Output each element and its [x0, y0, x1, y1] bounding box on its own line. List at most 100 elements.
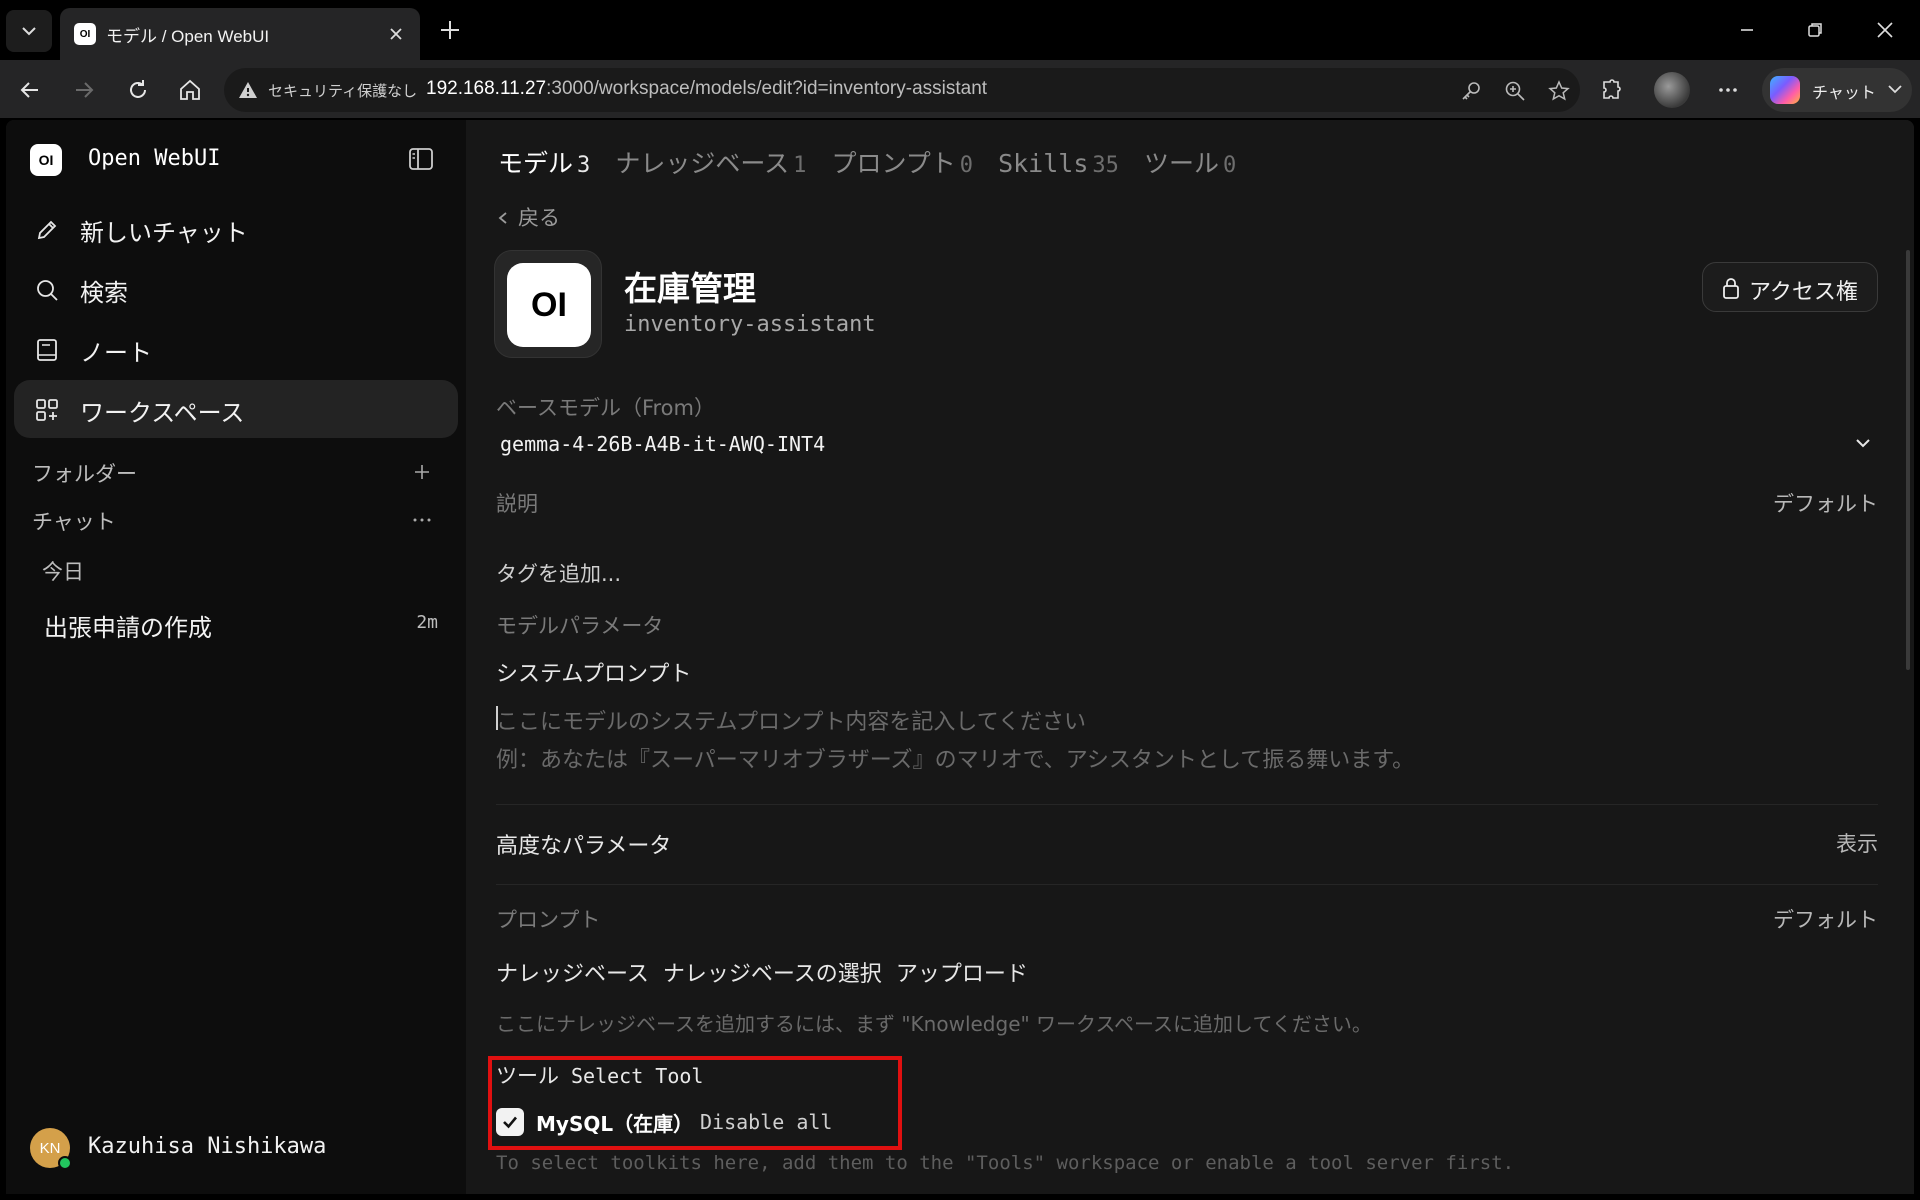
sidebar: OI Open WebUI 新しいチャット 検索 ノート ワークスペース フォル…: [6, 120, 466, 1194]
more-horizontal-icon: [413, 518, 431, 522]
back-link[interactable]: 戻る: [496, 202, 560, 232]
minimize-icon: [1741, 29, 1753, 31]
chevron-down-icon[interactable]: [1854, 434, 1872, 452]
chat-time: 2m: [416, 612, 438, 633]
star-icon: [1548, 80, 1570, 101]
tab-skills[interactable]: Skills 35: [998, 149, 1119, 178]
extensions-button[interactable]: [1594, 72, 1630, 108]
add-tag-input[interactable]: タグを追加...: [496, 558, 621, 588]
brand-name[interactable]: Open WebUI: [88, 146, 220, 171]
divider: [496, 884, 1878, 885]
favicon-icon: OI: [74, 23, 96, 45]
today-label: 今日: [42, 560, 84, 584]
sidebar-item-label: 検索: [80, 279, 128, 307]
restore-icon: [1808, 23, 1822, 37]
address-bar[interactable]: セキュリティ保護なし 192.168.11.27:3000/workspace/…: [224, 68, 1580, 112]
system-prompt-example[interactable]: 例：あなたは『スーパーマリオブラザーズ』のマリオで、アシスタントとして振る舞いま…: [496, 742, 1414, 774]
chats-more-button[interactable]: [410, 508, 434, 532]
tab-list-button[interactable]: [6, 10, 52, 52]
base-model-select[interactable]: gemma-4-26B-A4B-it-AWQ-INT4: [500, 432, 825, 456]
back-button[interactable]: [12, 72, 48, 108]
divider: [496, 804, 1878, 805]
advanced-params-toggle[interactable]: 表示: [1836, 828, 1878, 858]
notebook-icon: [34, 337, 60, 363]
forward-button[interactable]: [66, 72, 102, 108]
open-webui-logo[interactable]: OI: [30, 144, 62, 176]
system-prompt-label: システムプロンプト: [496, 662, 692, 687]
restore-button[interactable]: [1792, 10, 1838, 50]
more-horizontal-icon: [1719, 88, 1737, 92]
knowledge-hint: ここにナレッジベースを追加するには、まず "Knowledge" ワークスペース…: [496, 1012, 1372, 1036]
home-button[interactable]: [172, 72, 208, 108]
tab-models[interactable]: モデル 3: [498, 144, 590, 180]
plus-icon: [441, 21, 459, 39]
chats-section-label[interactable]: チャット: [32, 506, 116, 536]
model-avatar-picker[interactable]: OI: [494, 250, 602, 358]
highlight-annotation-box: [488, 1056, 902, 1150]
arrow-right-icon: [76, 82, 94, 98]
online-status-dot: [58, 1156, 72, 1170]
model-name-input[interactable]: 在庫管理: [624, 262, 756, 310]
minimize-button[interactable]: [1724, 10, 1770, 50]
add-folder-button[interactable]: [410, 460, 434, 484]
more-menu-button[interactable]: [1710, 72, 1746, 108]
warning-icon: [239, 82, 257, 98]
plus-icon: [415, 465, 429, 479]
tab-knowledge[interactable]: ナレッジベース 1: [615, 144, 806, 180]
sidebar-item-notes[interactable]: ノート: [14, 320, 458, 378]
close-icon: [1877, 22, 1893, 38]
tab-title: モデル / Open WebUI: [106, 27, 270, 46]
sidebar-panel-icon: [409, 148, 433, 170]
puzzle-icon: [1603, 79, 1621, 99]
scrollbar[interactable]: [1906, 250, 1910, 670]
copilot-chat-button[interactable]: チャット: [1762, 68, 1912, 112]
prompts-default-toggle[interactable]: デフォルト: [1773, 904, 1878, 934]
sidebar-toggle-button[interactable]: [406, 144, 436, 174]
home-icon: [180, 79, 200, 100]
password-key-icon[interactable]: [1458, 78, 1484, 104]
security-label[interactable]: セキュリティ保護なし: [268, 80, 417, 101]
chat-title: 出張申請の作成: [44, 614, 212, 642]
arrow-left-icon: [20, 82, 38, 98]
url-text[interactable]: 192.168.11.27:3000/workspace/models/edit…: [426, 78, 987, 100]
access-control-label: アクセス権: [1749, 280, 1858, 305]
zoom-in-icon: [1505, 81, 1525, 101]
access-control-button[interactable]: アクセス権: [1702, 262, 1878, 312]
tab-prompts[interactable]: プロンプト 0: [831, 144, 973, 180]
key-icon: [1462, 82, 1480, 100]
upload-knowledge-button[interactable]: アップロード: [896, 962, 1028, 987]
reload-icon: [130, 80, 146, 98]
workspace-tabs: モデル 3 ナレッジベース 1 プロンプト 0 Skills 35 ツール 0: [498, 144, 1256, 180]
folders-section-label[interactable]: フォルダー: [32, 458, 137, 488]
reload-button[interactable]: [120, 72, 156, 108]
chat-list-item[interactable]: 出張申請の作成 2m: [36, 604, 446, 644]
main-panel: モデル 3 ナレッジベース 1 プロンプト 0 Skills 35 ツール 0 戻る OI…: [466, 120, 1914, 1194]
lock-icon: [1723, 278, 1739, 299]
chevron-down-icon: [22, 27, 36, 36]
copilot-label: チャット: [1812, 83, 1876, 102]
workspace-grid-icon: [34, 397, 60, 423]
browser-tab-active[interactable]: OI モデル / Open WebUI: [60, 8, 420, 60]
new-tab-button[interactable]: [434, 14, 466, 46]
browser-toolbar: セキュリティ保護なし 192.168.11.27:3000/workspace/…: [0, 60, 1920, 118]
base-model-label: ベースモデル（From）: [496, 396, 715, 420]
tab-tools[interactable]: ツール 0: [1144, 144, 1236, 180]
favorite-button[interactable]: [1546, 78, 1572, 104]
advanced-params-label: 高度なパラメータ: [496, 834, 672, 859]
chevron-down-icon: [1888, 85, 1902, 94]
user-menu[interactable]: KN Kazuhisa Nishikawa: [22, 1122, 450, 1170]
sidebar-item-workspace[interactable]: ワークスペース: [14, 380, 458, 438]
zoom-button[interactable]: [1502, 78, 1528, 104]
description-default-toggle[interactable]: デフォルト: [1773, 488, 1878, 518]
system-prompt-textarea[interactable]: ここにモデルのシステムプロンプト内容を記入してください: [496, 704, 1086, 736]
search-icon: [34, 277, 60, 303]
model-id-input[interactable]: inventory-assistant: [624, 312, 876, 337]
tab-close-button[interactable]: [384, 22, 408, 46]
sidebar-item-new-chat[interactable]: 新しいチャット: [14, 200, 458, 258]
browser-profile-avatar[interactable]: [1654, 72, 1690, 108]
model-avatar-logo: OI: [507, 263, 591, 347]
select-knowledge-button[interactable]: ナレッジベースの選択: [663, 962, 882, 987]
sidebar-item-search[interactable]: 検索: [14, 260, 458, 318]
knowledge-label: ナレッジベース: [496, 962, 649, 987]
close-window-button[interactable]: [1862, 10, 1908, 50]
